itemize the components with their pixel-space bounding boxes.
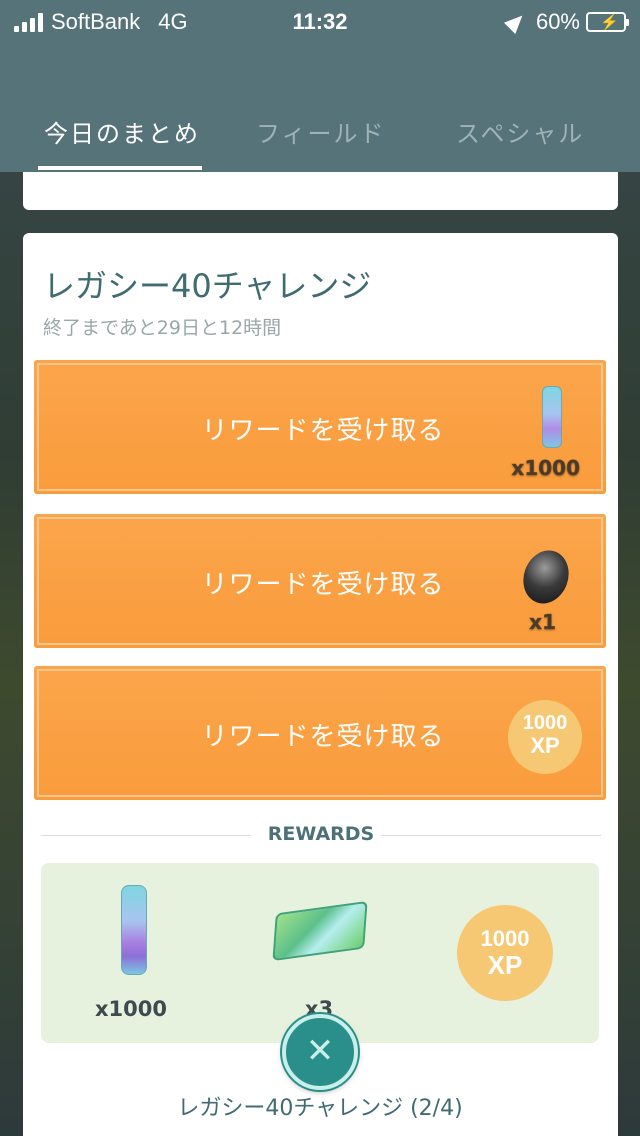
stardust-spray-icon [121, 885, 147, 975]
challenge-card: レガシー40チャレンジ 終了まであと29日と12時間 リワードを受け取る x10… [23, 233, 618, 1136]
tab-bar: 今日のまとめ フィールド スペシャル [0, 100, 640, 172]
claim-reward-button-3[interactable]: リワードを受け取る 1000 XP [31, 663, 609, 803]
xp-unit: XP [487, 950, 523, 980]
reward-quantity: x1 [529, 610, 556, 635]
active-tab-indicator [38, 166, 202, 170]
status-bar: SoftBank 4G 11:32 60% ⚡ [0, 0, 640, 42]
xp-badge-icon: 1000 XP [457, 905, 553, 1001]
status-right: 60% ⚡ [503, 9, 629, 35]
battery-percent: 60% [535, 9, 580, 34]
claim-reward-label: リワードを受け取る [201, 416, 445, 446]
rewards-divider: REWARDS [41, 823, 601, 847]
xp-unit: XP [530, 733, 560, 758]
previous-card-bottom [23, 172, 618, 210]
reward-quantity: x1000 [95, 997, 167, 1021]
xp-badge-icon: 1000 XP [508, 700, 582, 774]
close-icon: ✕ [305, 1031, 335, 1071]
reward-item-stardust: x1000 [41, 863, 221, 1043]
tab-special[interactable]: スペシャル [456, 114, 584, 149]
close-button[interactable]: ✕ [282, 1014, 358, 1090]
rewards-header: REWARDS [267, 823, 375, 845]
battery-icon: ⚡ [586, 12, 629, 32]
stardust-spray-icon [542, 386, 562, 448]
reward-quantity: x1000 [511, 456, 580, 481]
tab-field[interactable]: フィールド [256, 114, 386, 149]
footer-challenge-progress: レガシー40チャレンジ (2/4) [177, 1096, 463, 1121]
map-ticket-icon [272, 900, 368, 962]
claim-reward-button-1[interactable]: リワードを受け取る x1000 [31, 357, 609, 497]
claim-reward-button-2[interactable]: リワードを受け取る x1 [31, 511, 609, 651]
xp-amount: 1000 [480, 926, 530, 951]
xp-amount: 1000 [522, 712, 568, 734]
location-arrow-icon [503, 9, 528, 35]
app-header: SoftBank 4G 11:32 60% ⚡ 今日のまとめ フィールド スペシ… [0, 0, 640, 172]
tab-today[interactable]: 今日のまとめ [44, 114, 200, 149]
challenge-time-remaining: 終了まであと29日と12時間 [43, 317, 282, 339]
challenge-title: レガシー40チャレンジ [43, 267, 372, 305]
